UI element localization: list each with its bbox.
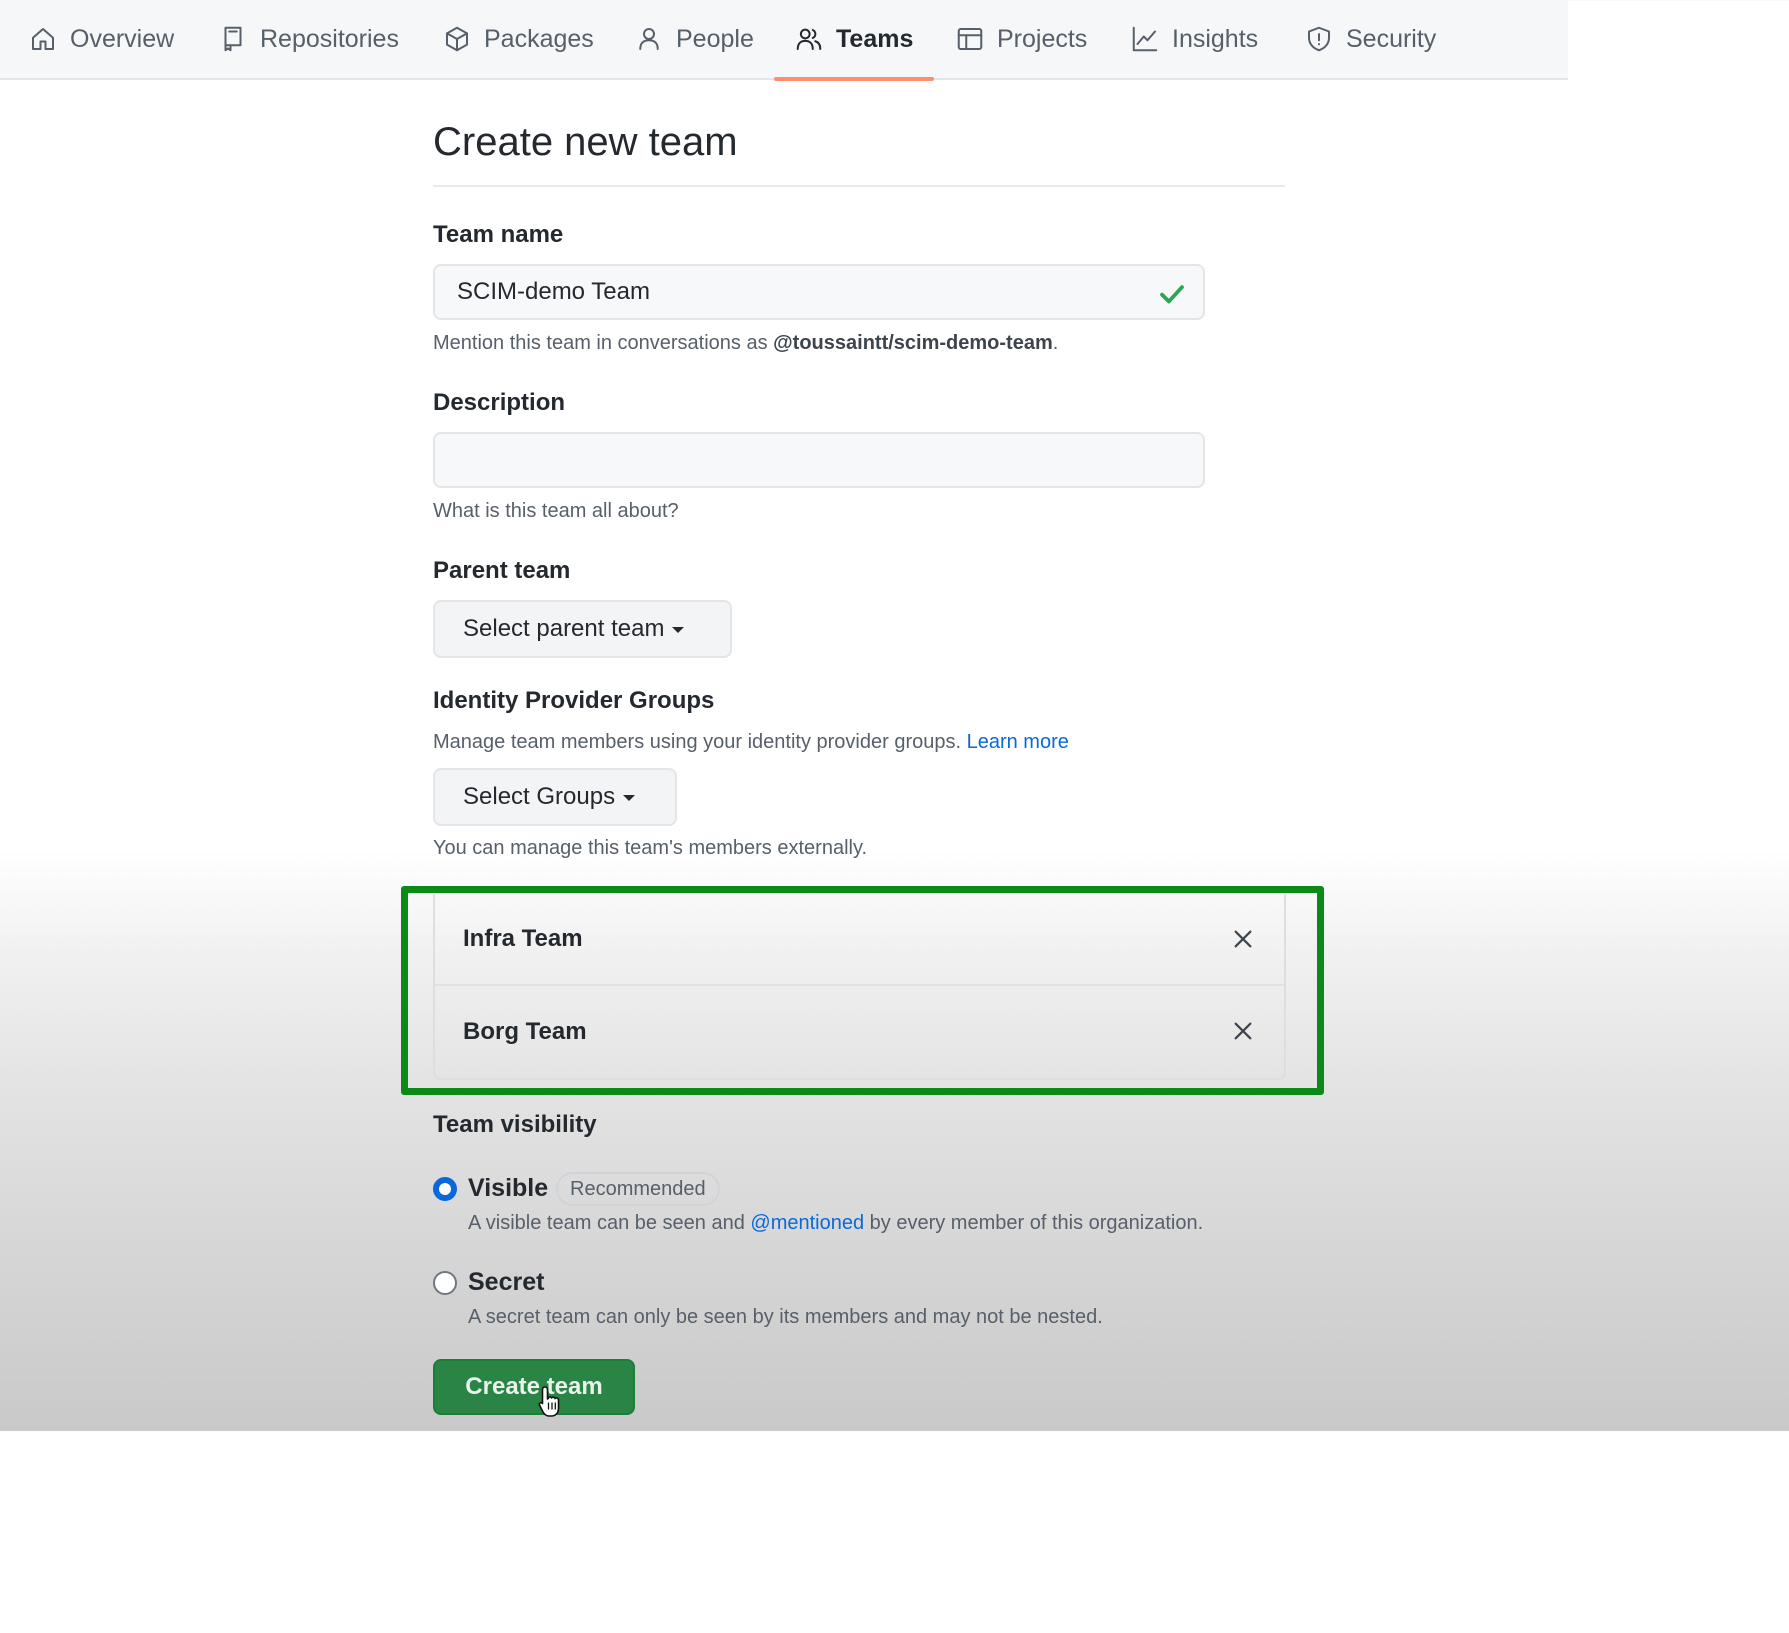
visible-option-description: A visible team can be seen and @mentione… [468,1210,1203,1236]
parent-team-label: Parent team [433,557,571,584]
mentioned-link[interactable]: @mentioned [750,1212,864,1234]
people-icon [796,28,822,50]
nav-tab-label: Security [1346,24,1437,53]
caret-down-icon [623,795,636,801]
nav-tab-label: Teams [836,24,914,53]
select-parent-team-label: Select parent team [463,615,665,642]
visible-desc-prefix: A visible team can be seen and [468,1212,751,1234]
idp-groups-label: Identity Provider Groups [433,687,715,714]
nav-tab-label: Packages [484,24,594,53]
package-icon [446,26,468,52]
team-name-input[interactable]: SCIM-demo Team [433,264,1205,320]
nav-tab-projects[interactable]: Projects [955,0,1087,78]
table-icon [957,28,983,50]
nav-tab-repositories[interactable]: Repositories [218,0,399,78]
nav-tab-people[interactable]: People [634,0,754,78]
description-input[interactable] [433,432,1205,488]
mention-hint-suffix: . [1052,332,1059,354]
select-groups-label: Select Groups [463,783,616,810]
nav-tab-label: Projects [997,24,1088,53]
secret-radio[interactable] [433,1271,457,1295]
visible-radio[interactable] [433,1177,457,1201]
hand-cursor-icon [538,1386,560,1417]
nav-tab-label: Overview [70,24,175,53]
nav-tab-security[interactable]: Security [1304,0,1436,78]
org-nav-bar: Overview Repositories Packages People Te… [0,0,1568,81]
select-parent-team-button[interactable]: Select parent team [433,600,732,658]
nav-tab-packages[interactable]: Packages [442,0,594,78]
idp-groups-hint: Manage team members using your identity … [433,729,1069,755]
team-visibility-label: Team visibility [433,1111,597,1138]
secret-option-description: A secret team can only be seen by its me… [468,1306,1103,1328]
nav-tab-insights[interactable]: Insights [1130,0,1258,78]
create-team-button[interactable]: Create team [433,1359,635,1415]
description-label: Description [433,389,566,416]
title-divider [433,185,1285,187]
mention-hint-prefix: Mention this team in conversations as [433,332,774,354]
check-icon [1160,285,1184,304]
nav-tab-label: People [676,24,754,53]
team-name-label: Team name [433,221,564,248]
team-name-value: SCIM-demo Team [457,278,650,305]
select-groups-button[interactable]: Select Groups [433,768,677,826]
person-icon [639,28,659,50]
nav-tab-label: Repositories [260,24,399,53]
caret-down-icon [672,627,685,633]
team-mention-hint: Mention this team in conversations as @t… [433,330,1058,356]
recommended-badge: Recommended [556,1172,720,1206]
page-title: Create new team [433,120,738,164]
shield-icon [1308,26,1330,52]
nav-tab-overview[interactable]: Overview [28,0,174,78]
team-mention-handle: @toussaintt/scim-demo-team [773,332,1053,354]
description-hint: What is this team all about? [433,500,679,522]
idp-groups-hint-text: Manage team members using your identity … [433,731,967,753]
active-tab-indicator [774,77,934,81]
repo-icon [224,26,242,52]
secret-option-label[interactable]: Secret [468,1267,544,1297]
highlight-box [401,886,1324,1095]
graph-icon [1132,26,1158,52]
nav-tab-teams[interactable]: Teams [794,0,913,78]
home-icon [32,28,54,50]
nav-tab-label: Insights [1172,24,1259,53]
visible-desc-suffix: by every member of this organization. [864,1212,1204,1234]
visible-option-label[interactable]: Visible [468,1173,548,1203]
idp-groups-note: You can manage this team's members exter… [433,837,868,859]
learn-more-link[interactable]: Learn more [967,731,1069,753]
